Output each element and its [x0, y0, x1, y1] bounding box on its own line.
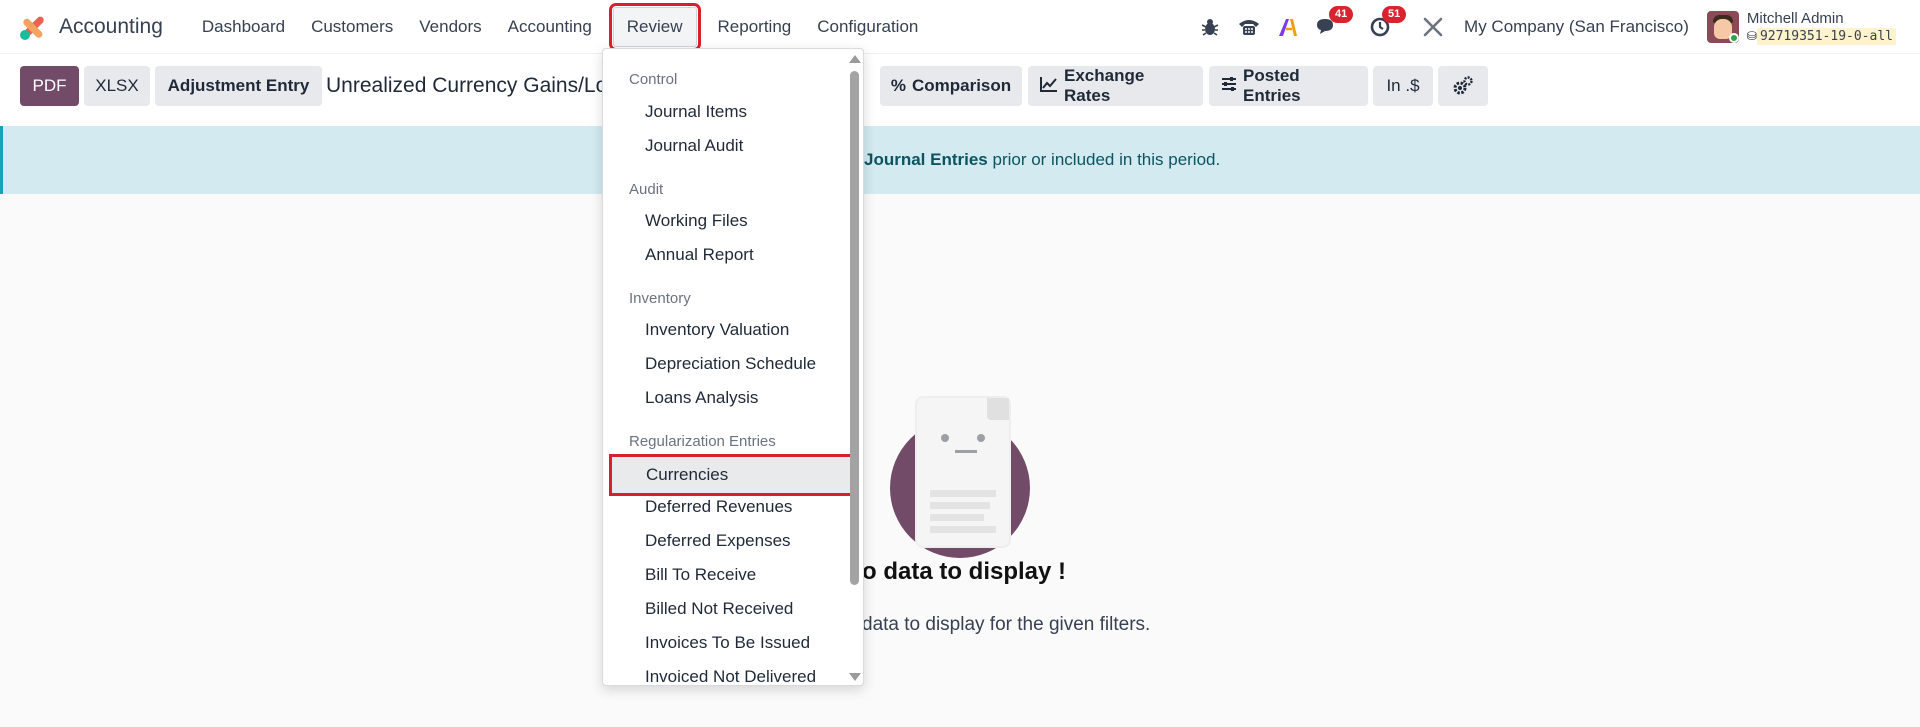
- no-data-illustration-icon: [890, 398, 1030, 558]
- dropdown-scrollbar[interactable]: [849, 55, 861, 681]
- menu-configuration[interactable]: Configuration: [804, 7, 931, 47]
- sliders-icon: [1221, 76, 1237, 97]
- section-regularization-entries: Regularization Entries: [629, 433, 776, 450]
- section-audit: Audit: [629, 181, 664, 198]
- menu-item-journal-items[interactable]: Journal Items: [609, 96, 843, 128]
- menu-item-billed-not-received[interactable]: Billed Not Received: [609, 593, 843, 625]
- exchange-rates-button[interactable]: Exchange Rates: [1028, 66, 1203, 106]
- menu-item-depreciation-schedule[interactable]: Depreciation Schedule: [609, 348, 843, 380]
- user-block[interactable]: Mitchell Admin ⛁ 92719351-19-0-all: [1747, 10, 1896, 45]
- top-navbar: Accounting Dashboard Customers Vendors A…: [0, 0, 1920, 54]
- menu-reporting[interactable]: Reporting: [705, 7, 805, 47]
- menu-customers[interactable]: Customers: [298, 7, 406, 47]
- menu-item-deferred-expenses[interactable]: Deferred Expenses: [609, 525, 843, 557]
- menu-review[interactable]: Review: [608, 2, 701, 51]
- menu-item-journal-audit[interactable]: Journal Audit: [609, 130, 843, 162]
- app-name[interactable]: Accounting: [59, 15, 163, 39]
- avatar[interactable]: [1706, 11, 1739, 43]
- banner-link[interactable]: Journal Entries: [864, 150, 988, 169]
- brand[interactable]: Accounting: [19, 13, 189, 40]
- percent-icon: %: [890, 76, 906, 95]
- online-status-icon: [1728, 33, 1739, 43]
- adjustment-entry-button[interactable]: Adjustment Entry: [155, 66, 322, 106]
- bug-icon[interactable]: [1198, 15, 1222, 39]
- phone-icon[interactable]: [1237, 15, 1261, 39]
- currency-button[interactable]: In .$: [1373, 66, 1433, 106]
- activities-badge: 51: [1382, 6, 1407, 23]
- comparison-label: Comparison: [911, 76, 1012, 95]
- messages-badge: 41: [1329, 6, 1354, 23]
- menu-item-inventory-valuation[interactable]: Inventory Valuation: [609, 314, 843, 346]
- database-name: 92719351-19-0-all: [1756, 27, 1896, 45]
- clock-icon[interactable]: 51: [1368, 6, 1407, 39]
- pdf-button[interactable]: PDF: [20, 66, 79, 106]
- section-inventory: Inventory: [629, 290, 691, 307]
- banner-text: Journal Entries prior or included in thi…: [864, 150, 1220, 170]
- main-menu: Dashboard Customers Vendors Accounting R…: [189, 2, 931, 51]
- menu-item-deferred-revenues[interactable]: Deferred Revenues: [609, 491, 843, 523]
- menu-item-currencies[interactable]: Currencies: [609, 454, 857, 496]
- section-control: Control: [629, 71, 678, 88]
- no-data-title: o data to display !: [862, 558, 1067, 585]
- company-switcher[interactable]: My Company (San Francisco): [1464, 17, 1689, 37]
- posted-entries-label: Posted Entries: [1243, 66, 1301, 105]
- report-title: Unrealized Currency Gains/Losses: [326, 74, 608, 97]
- menu-vendors[interactable]: Vendors: [406, 7, 494, 47]
- comparison-button[interactable]: % Comparison: [880, 66, 1022, 106]
- review-dropdown-menu: Control Journal Items Journal Audit Audi…: [602, 48, 864, 686]
- accounting-logo-icon: [19, 13, 46, 40]
- info-banner: Journal Entries prior or included in thi…: [0, 126, 1920, 194]
- tools-icon[interactable]: [1421, 15, 1445, 39]
- menu-item-annual-report[interactable]: Annual Report: [609, 239, 843, 271]
- navbar-systray: 41 51 My Company (San Francisco) Mitchel…: [1198, 0, 1920, 54]
- menu-item-invoices-to-be-issued[interactable]: Invoices To Be Issued: [609, 627, 843, 659]
- scroll-thumb[interactable]: [850, 71, 859, 585]
- scroll-up-icon[interactable]: [849, 55, 861, 63]
- exchange-rates-label: Exchange Rates: [1064, 66, 1145, 105]
- user-name: Mitchell Admin: [1746, 9, 1844, 27]
- menu-item-bill-to-receive[interactable]: Bill To Receive: [609, 559, 843, 591]
- menu-item-loans-analysis[interactable]: Loans Analysis: [609, 382, 843, 414]
- control-panel: PDF XLSX Adjustment Entry Unrealized Cur…: [0, 54, 1920, 126]
- menu-accounting[interactable]: Accounting: [495, 7, 605, 47]
- menu-item-working-files[interactable]: Working Files: [609, 205, 843, 237]
- chat-icon[interactable]: 41: [1315, 6, 1354, 39]
- menu-dashboard[interactable]: Dashboard: [189, 7, 298, 47]
- ai-icon[interactable]: [1276, 15, 1300, 39]
- posted-entries-button[interactable]: Posted Entries: [1209, 66, 1368, 106]
- banner-rest: prior or included in this period.: [987, 150, 1221, 169]
- xlsx-button[interactable]: XLSX: [84, 66, 150, 106]
- database-icon: ⛁: [1746, 28, 1757, 43]
- scroll-down-icon[interactable]: [849, 673, 861, 681]
- gears-icon[interactable]: [1438, 66, 1488, 106]
- no-data-subtitle: data to display for the given filters.: [862, 614, 1151, 635]
- chart-line-icon: [1040, 76, 1058, 97]
- menu-item-invoiced-not-delivered[interactable]: Invoiced Not Delivered: [609, 661, 843, 685]
